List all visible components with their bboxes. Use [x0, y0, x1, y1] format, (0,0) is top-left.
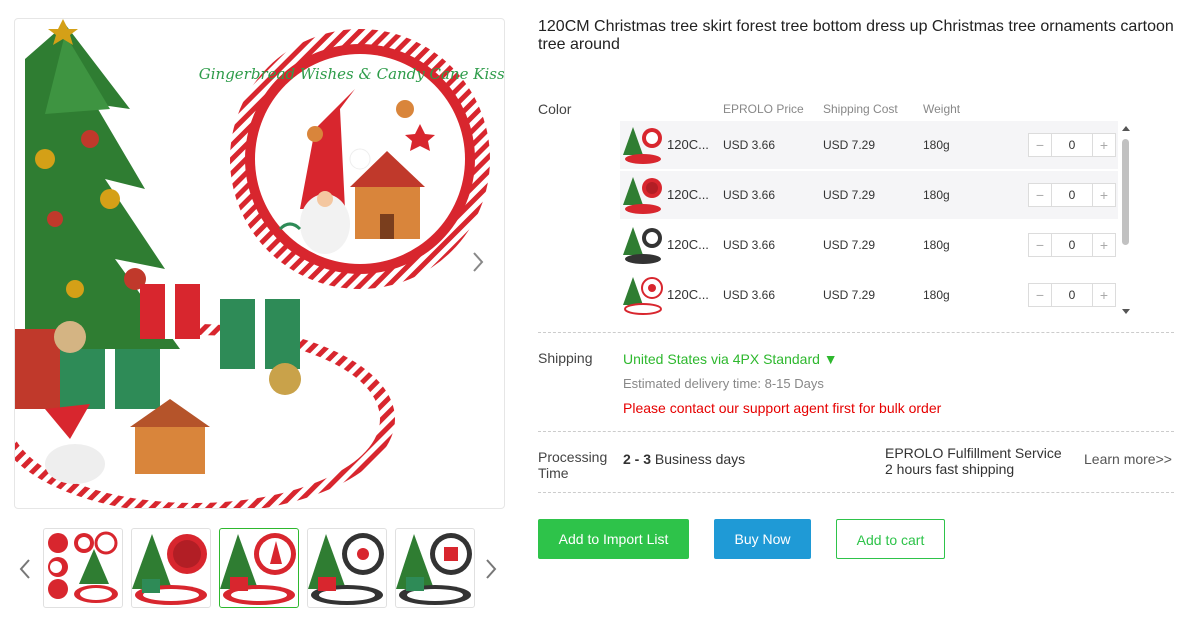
processing-label-line2: Time	[538, 465, 569, 481]
quantity-stepper[interactable]: − 0 +	[1028, 183, 1116, 207]
shipping-label: Shipping	[538, 350, 593, 366]
processing-days-range: 2 - 3	[623, 451, 652, 467]
quantity-stepper[interactable]: − 0 +	[1028, 283, 1116, 307]
variant-thumbnail	[623, 275, 663, 315]
fulfillment-service-info: EPROLO Fulfillment Service 2 hours fast …	[885, 445, 1062, 477]
variant-shipping-cost: USD 7.29	[823, 138, 876, 152]
divider	[538, 431, 1174, 432]
bulk-order-notice: Please contact our support agent first f…	[623, 400, 942, 416]
processing-label-line1: Processing	[538, 449, 608, 465]
thumbnail-5[interactable]	[395, 528, 475, 608]
estimated-delivery-time: Estimated delivery time: 8-15 Days	[623, 376, 824, 391]
quantity-input[interactable]: 0	[1051, 134, 1093, 156]
variant-row[interactable]: 120C... USD 3.66 USD 7.29 180g − 0 +	[620, 171, 1118, 219]
thumbnail-1[interactable]	[43, 528, 123, 608]
variant-name: 120C...	[667, 287, 709, 302]
increment-button[interactable]: +	[1093, 134, 1115, 156]
variant-shipping-cost: USD 7.29	[823, 238, 876, 252]
processing-time-label: Processing Time	[538, 449, 607, 481]
fulfillment-service-name: EPROLO Fulfillment Service	[885, 445, 1062, 461]
variant-price: USD 3.66	[723, 238, 776, 252]
thumbnail-prev-arrow-icon[interactable]	[16, 556, 34, 582]
scrollbar-thumb[interactable]	[1122, 139, 1129, 245]
quantity-stepper[interactable]: − 0 +	[1028, 133, 1116, 157]
thumbnail-4[interactable]	[307, 528, 387, 608]
add-to-import-list-button[interactable]: Add to Import List	[538, 519, 689, 559]
variant-thumbnail	[623, 225, 663, 265]
learn-more-link[interactable]: Learn more>>	[1084, 451, 1172, 467]
variant-shipping-cost: USD 7.29	[823, 288, 876, 302]
decrement-button[interactable]: −	[1029, 134, 1051, 156]
variant-row[interactable]: 120C... USD 3.66 USD 7.29 180g − 0 +	[620, 121, 1118, 169]
processing-days: 2 - 3 Business days	[623, 451, 745, 467]
thumbnail-3-selected[interactable]	[219, 528, 299, 608]
product-title: 120CM Christmas tree skirt forest tree b…	[538, 18, 1174, 53]
thumbnail-next-arrow-icon[interactable]	[482, 556, 500, 582]
variant-price: USD 3.66	[723, 288, 776, 302]
column-header-price: EPROLO Price	[723, 102, 804, 116]
add-to-cart-button[interactable]: Add to cart	[836, 519, 945, 559]
variant-price: USD 3.66	[723, 138, 776, 152]
quantity-input[interactable]: 0	[1051, 184, 1093, 206]
quantity-stepper[interactable]: − 0 +	[1028, 233, 1116, 257]
variant-name: 120C...	[667, 137, 709, 152]
variant-price: USD 3.66	[723, 188, 776, 202]
divider	[538, 332, 1174, 333]
increment-button[interactable]: +	[1093, 184, 1115, 206]
variant-thumbnail	[623, 125, 663, 165]
column-header-shipping: Shipping Cost	[823, 102, 898, 116]
quantity-input[interactable]: 0	[1051, 284, 1093, 306]
decrement-button[interactable]: −	[1029, 284, 1051, 306]
buy-now-button[interactable]: Buy Now	[714, 519, 811, 559]
variant-name: 120C...	[667, 187, 709, 202]
processing-days-unit: Business days	[654, 451, 746, 467]
main-product-image: Gingerbread Wishes & Candy Cane Kisses	[14, 18, 505, 509]
variant-weight: 180g	[923, 238, 950, 252]
variant-weight: 180g	[923, 288, 950, 302]
variant-thumbnail	[623, 175, 663, 215]
variant-name: 120C...	[667, 237, 709, 252]
shipping-method-dropdown[interactable]: United States via 4PX Standard ▼	[623, 351, 838, 367]
variant-row[interactable]: 120C... USD 3.66 USD 7.29 180g − 0 +	[620, 271, 1118, 319]
variant-shipping-cost: USD 7.29	[823, 188, 876, 202]
increment-button[interactable]: +	[1093, 234, 1115, 256]
decrement-button[interactable]: −	[1029, 234, 1051, 256]
variant-weight: 180g	[923, 188, 950, 202]
variant-row[interactable]: 120C... USD 3.66 USD 7.29 180g − 0 +	[620, 221, 1118, 269]
variant-weight: 180g	[923, 138, 950, 152]
decrement-button[interactable]: −	[1029, 184, 1051, 206]
column-header-weight: Weight	[923, 102, 961, 116]
quantity-input[interactable]: 0	[1051, 234, 1093, 256]
thumbnail-2[interactable]	[131, 528, 211, 608]
main-image-next-arrow-icon[interactable]	[468, 248, 488, 276]
fulfillment-service-speed: 2 hours fast shipping	[885, 461, 1015, 477]
divider	[538, 492, 1174, 493]
color-label: Color	[538, 101, 572, 117]
main-image-skirt-text: Gingerbread Wishes & Candy Cane Kisses	[199, 65, 504, 83]
increment-button[interactable]: +	[1093, 284, 1115, 306]
